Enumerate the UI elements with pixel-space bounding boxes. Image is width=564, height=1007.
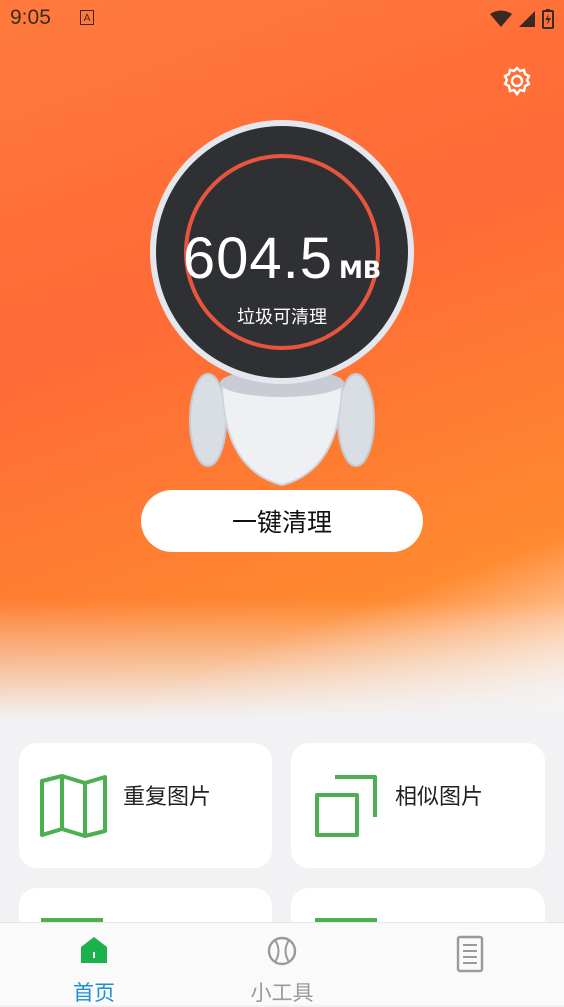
junk-size-value: 604.5 <box>182 226 333 291</box>
bottom-tab-bar: 首页 小工具 <box>0 922 564 1005</box>
junk-caption: 垃圾可清理 <box>237 307 327 328</box>
map-icon <box>40 774 107 838</box>
tab-label-home: 首页 <box>73 981 115 1005</box>
hero-fade <box>0 600 564 720</box>
tool-label-similar-photos: 相似图片 <box>395 785 484 810</box>
tool-card-duplicate-photos[interactable]: 重复图片 <box>19 743 272 868</box>
one-click-clean-button[interactable]: 一键清理 <box>141 490 423 552</box>
tab-home[interactable]: 首页 <box>24 923 164 1005</box>
tool-label-duplicate-photos: 重复图片 <box>123 785 212 810</box>
tab-tools[interactable]: 小工具 <box>212 923 352 1005</box>
document-icon <box>456 935 484 973</box>
tool-card-similar-photos[interactable]: 相似图片 <box>291 743 545 868</box>
tab-list[interactable] <box>400 923 540 1005</box>
home-icon <box>81 937 107 963</box>
junk-size: 604.5 MB <box>152 225 412 292</box>
tab-label-tools: 小工具 <box>250 981 314 1005</box>
copy-icon <box>315 775 377 837</box>
ball-icon <box>267 936 297 966</box>
junk-size-unit: MB <box>338 256 382 284</box>
